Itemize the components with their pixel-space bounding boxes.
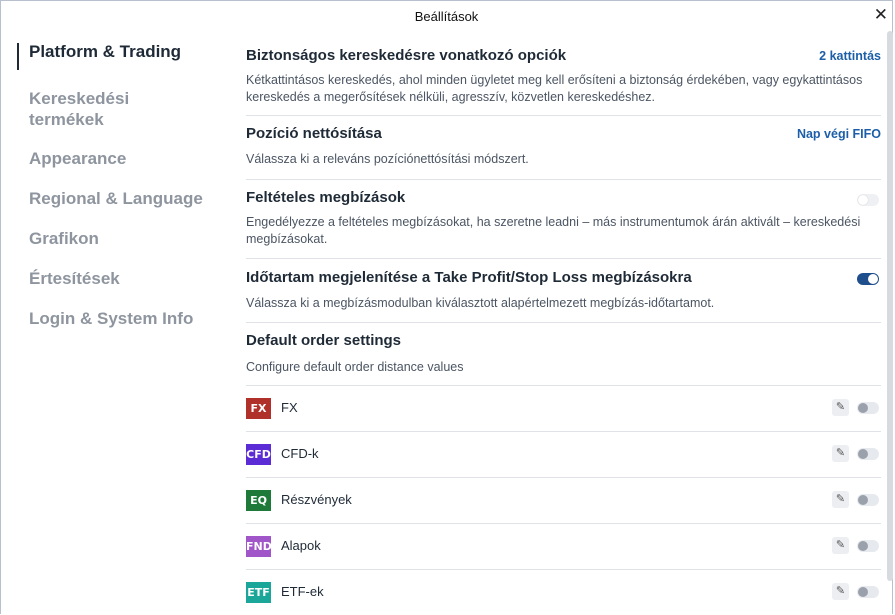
conditional-orders-toggle[interactable] bbox=[857, 194, 879, 206]
divider bbox=[246, 322, 881, 323]
list-item-fx: FX FX ✎ bbox=[246, 386, 881, 431]
section-description: Válassza ki a releváns pozíciónettósítás… bbox=[246, 152, 529, 166]
cfd-toggle[interactable] bbox=[857, 448, 879, 460]
section-description: Válassza ki a megbízásmodulban kiválaszt… bbox=[246, 296, 715, 310]
etf-toggle[interactable] bbox=[857, 586, 879, 598]
section-description: Kétkattintásos kereskedés, ahol minden ü… bbox=[246, 73, 863, 104]
close-icon[interactable]: ✕ bbox=[874, 6, 888, 23]
list-item-equities: EQ Részvények ✎ bbox=[246, 478, 881, 523]
funds-toggle[interactable] bbox=[857, 540, 879, 552]
tp-sl-duration-toggle[interactable] bbox=[857, 273, 879, 285]
edit-icon[interactable]: ✎ bbox=[832, 537, 849, 554]
row-label: FX bbox=[281, 400, 298, 415]
sidebar-item-appearance[interactable]: Appearance bbox=[17, 148, 126, 169]
list-item-funds: FND Alapok ✎ bbox=[246, 524, 881, 569]
fx-toggle[interactable] bbox=[857, 402, 879, 414]
etf-badge-icon: ETF bbox=[246, 582, 271, 603]
sidebar-item-platform-trading[interactable]: Platform & Trading bbox=[17, 41, 222, 70]
netting-method-link[interactable]: Nap végi FIFO bbox=[797, 127, 881, 141]
click-mode-link[interactable]: 2 kattintás bbox=[819, 49, 881, 63]
equities-toggle[interactable] bbox=[857, 494, 879, 506]
cfd-badge-icon: CFD bbox=[246, 444, 271, 465]
row-label: CFD-k bbox=[281, 446, 319, 461]
sidebar-item-login-system-info[interactable]: Login & System Info bbox=[17, 308, 193, 329]
fx-badge-icon: FX bbox=[246, 398, 271, 419]
sidebar-item-regional-language[interactable]: Regional & Language bbox=[17, 188, 203, 209]
divider bbox=[246, 115, 881, 116]
edit-icon[interactable]: ✎ bbox=[832, 445, 849, 462]
section-title: Időtartam megjelenítése a Take Profit/St… bbox=[246, 269, 692, 286]
row-label: ETF-ek bbox=[281, 584, 324, 599]
settings-window: Beállítások ✕ Platform & Trading Kereske… bbox=[0, 0, 893, 614]
position-netting-section: Pozíció nettósítása Nap végi FIFO Válass… bbox=[246, 125, 881, 168]
conditional-orders-section: Feltételes megbízások Engedélyezze a fel… bbox=[246, 189, 881, 248]
section-description: Engedélyezze a feltételes megbízásokat, … bbox=[246, 215, 861, 246]
fnd-badge-icon: FND bbox=[246, 536, 272, 557]
edit-icon[interactable]: ✎ bbox=[832, 583, 849, 600]
edit-icon[interactable]: ✎ bbox=[832, 399, 849, 416]
window-title: Beállítások bbox=[414, 9, 479, 24]
divider bbox=[246, 179, 881, 180]
section-title: Pozíció nettósítása bbox=[246, 125, 382, 142]
title-bar: Beállítások ✕ bbox=[1, 1, 892, 31]
safe-trading-section: Biztonságos kereskedésre vonatkozó opció… bbox=[246, 47, 881, 106]
section-title: Default order settings bbox=[246, 332, 402, 349]
eq-badge-icon: EQ bbox=[246, 490, 271, 511]
section-title: Feltételes megbízások bbox=[246, 189, 406, 206]
divider bbox=[246, 258, 881, 259]
tp-sl-duration-section: Időtartam megjelenítése a Take Profit/St… bbox=[246, 269, 881, 312]
scrollbar[interactable] bbox=[887, 31, 893, 581]
row-label: Részvények bbox=[281, 492, 352, 507]
sidebar-item-chart[interactable]: Grafikon bbox=[17, 228, 99, 249]
settings-sidebar: Platform & Trading Kereskedési termékek … bbox=[17, 41, 222, 328]
sidebar-item-trading-products[interactable]: Kereskedési termékek bbox=[17, 88, 199, 130]
sidebar-item-notifications[interactable]: Értesítések bbox=[17, 268, 120, 289]
section-title: Biztonságos kereskedésre vonatkozó opció… bbox=[246, 47, 567, 64]
section-description: Configure default order distance values bbox=[246, 360, 464, 374]
default-order-settings-section: Default order settings Configure default… bbox=[246, 332, 881, 376]
row-label: Alapok bbox=[281, 538, 321, 553]
edit-icon[interactable]: ✎ bbox=[832, 491, 849, 508]
list-item-etf: ETF ETF-ek ✎ bbox=[246, 570, 881, 615]
list-item-cfd: CFD CFD-k ✎ bbox=[246, 432, 881, 477]
